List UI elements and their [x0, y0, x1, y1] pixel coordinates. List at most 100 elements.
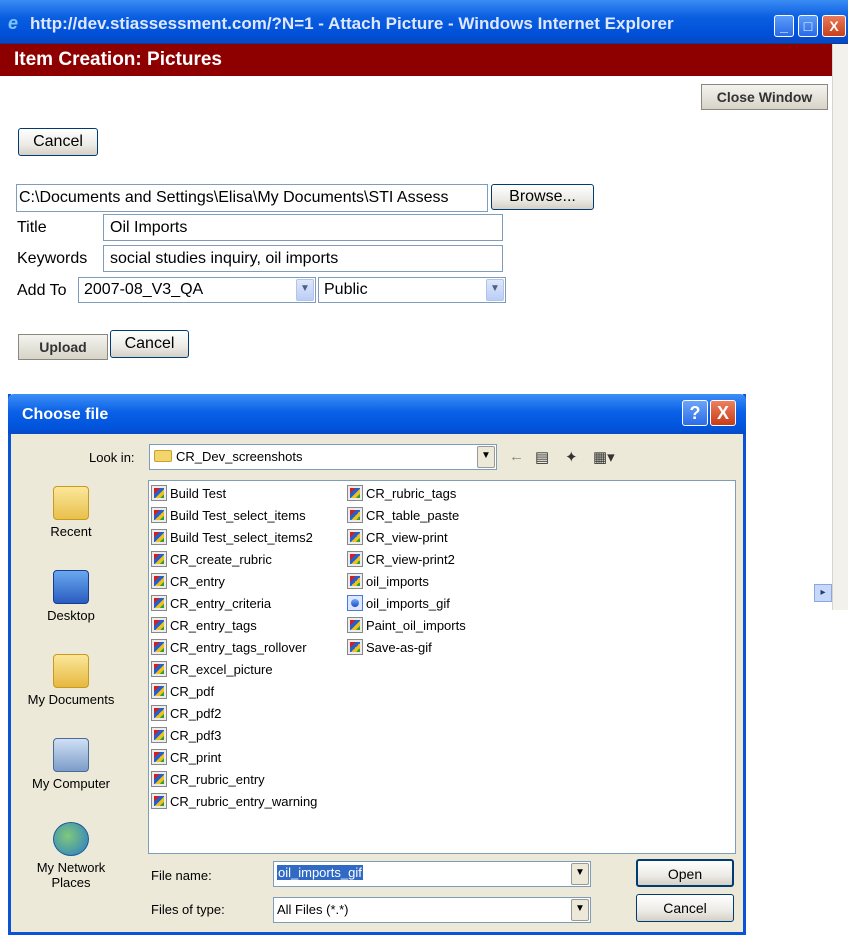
file-name: Paint_oil_imports: [366, 618, 466, 633]
open-button[interactable]: Open: [636, 859, 734, 887]
file-item[interactable]: Build Test: [151, 483, 226, 504]
image-file-icon: [347, 485, 363, 501]
file-item[interactable]: CR_create_rubric: [151, 549, 272, 570]
keywords-input[interactable]: social studies inquiry, oil imports: [103, 245, 503, 272]
file-name: oil_imports: [366, 574, 429, 589]
help-icon[interactable]: ?: [682, 400, 708, 426]
file-item[interactable]: Paint_oil_imports: [347, 615, 466, 636]
image-file-icon: [151, 727, 167, 743]
file-item[interactable]: CR_pdf2: [151, 703, 221, 724]
file-name: CR_table_paste: [366, 508, 460, 523]
places-my-documents[interactable]: My Documents: [11, 654, 131, 707]
cancel-bottom-button[interactable]: Cancel: [110, 330, 189, 358]
file-item[interactable]: CR_excel_picture: [151, 659, 273, 680]
file-item[interactable]: CR_pdf: [151, 681, 214, 702]
scroll-right-icon[interactable]: ▸: [814, 584, 832, 602]
file-item[interactable]: CR_table_paste: [347, 505, 459, 526]
places-desktop[interactable]: Desktop: [11, 570, 131, 623]
title-input[interactable]: Oil Imports: [103, 214, 503, 241]
image-file-icon: [347, 573, 363, 589]
back-icon[interactable]: ←: [509, 448, 524, 465]
visibility-value: Public: [324, 281, 368, 298]
up-folder-icon[interactable]: ▤: [535, 448, 549, 466]
image-file-icon: [151, 661, 167, 677]
places-my-computer[interactable]: My Computer: [11, 738, 131, 791]
image-file-icon: [151, 705, 167, 721]
places-label: Desktop: [47, 608, 95, 623]
files-of-type-label: Files of type:: [151, 902, 225, 917]
dialog-title-bar: Choose file ? X: [8, 394, 746, 434]
dialog-cancel-button[interactable]: Cancel: [636, 894, 734, 922]
image-file-icon: [151, 749, 167, 765]
visibility-select[interactable]: Public ▼: [318, 277, 506, 303]
ie-logo-icon: e: [8, 13, 19, 33]
chevron-down-icon[interactable]: ▼: [486, 279, 504, 301]
file-item[interactable]: oil_imports_gif: [347, 593, 450, 614]
view-menu-icon[interactable]: ▦▾: [593, 448, 615, 466]
dialog-title: Choose file: [22, 406, 109, 423]
chevron-down-icon[interactable]: ▼: [296, 279, 314, 301]
look-in-select[interactable]: CR_Dev_screenshots ▼: [149, 444, 497, 470]
places-label: My Computer: [31, 776, 111, 791]
maximize-icon[interactable]: □: [798, 15, 818, 37]
chevron-down-icon[interactable]: ▼: [571, 863, 589, 885]
file-item[interactable]: Build Test_select_items2: [151, 527, 313, 548]
file-item[interactable]: CR_entry_tags_rollover: [151, 637, 307, 658]
file-name: CR_entry_tags: [170, 618, 257, 633]
image-file-icon: [151, 771, 167, 787]
file-item[interactable]: CR_view-print2: [347, 549, 455, 570]
file-item[interactable]: oil_imports: [347, 571, 429, 592]
file-name: CR_view-print: [366, 530, 448, 545]
file-name: CR_excel_picture: [170, 662, 273, 677]
close-icon[interactable]: X: [822, 15, 846, 37]
file-name: Save-as-gif: [366, 640, 432, 655]
choose-file-dialog: Choose file ? X Look in: CR_Dev_screensh…: [8, 394, 746, 935]
file-name: CR_rubric_entry: [170, 772, 265, 787]
file-item[interactable]: CR_pdf3: [151, 725, 221, 746]
vertical-scrollbar[interactable]: [832, 44, 848, 610]
desktop-icon: [53, 570, 89, 604]
cancel-top-button[interactable]: Cancel: [18, 128, 98, 156]
addto-label: Add To: [17, 282, 67, 299]
look-in-label: Look in:: [89, 450, 135, 465]
file-name: CR_entry_criteria: [170, 596, 272, 611]
title-label: Title: [17, 219, 47, 236]
minimize-icon[interactable]: _: [774, 15, 794, 37]
file-item[interactable]: CR_rubric_entry_warning: [151, 791, 317, 812]
file-name-value: oil_imports_gif: [277, 865, 363, 880]
file-name-input[interactable]: oil_imports_gif ▼: [273, 861, 591, 887]
file-item[interactable]: CR_entry_tags: [151, 615, 257, 636]
places-label: Recent: [50, 524, 92, 539]
file-name: CR_rubric_tags: [366, 486, 457, 501]
file-item[interactable]: CR_entry: [151, 571, 225, 592]
new-folder-icon[interactable]: ✦: [565, 448, 578, 466]
network-places-icon: [53, 822, 89, 856]
file-list[interactable]: Build Test Build Test_select_items Build…: [148, 480, 736, 854]
my-computer-icon: [53, 738, 89, 772]
file-item[interactable]: CR_rubric_entry: [151, 769, 265, 790]
chevron-down-icon[interactable]: ▼: [477, 446, 495, 468]
file-item[interactable]: Save-as-gif: [347, 637, 432, 658]
places-recent[interactable]: Recent: [11, 486, 131, 539]
file-item[interactable]: Build Test_select_items: [151, 505, 306, 526]
addto-select[interactable]: 2007-08_V3_QA ▼: [78, 277, 316, 303]
image-file-icon: [151, 683, 167, 699]
chevron-down-icon[interactable]: ▼: [571, 899, 589, 921]
page-header: Item Creation: Pictures: [0, 44, 832, 76]
file-name: CR_pdf: [170, 684, 215, 699]
gif-file-icon: [347, 595, 363, 611]
places-my-network[interactable]: My Network Places: [11, 822, 131, 890]
file-item[interactable]: CR_view-print: [347, 527, 448, 548]
browse-button[interactable]: Browse...: [491, 184, 594, 210]
file-item[interactable]: CR_rubric_tags: [347, 483, 456, 504]
file-name: CR_view-print2: [366, 552, 455, 567]
close-icon[interactable]: X: [710, 400, 736, 426]
upload-button[interactable]: Upload: [18, 334, 108, 360]
keywords-label: Keywords: [17, 250, 88, 267]
file-item[interactable]: CR_print: [151, 747, 221, 768]
image-file-icon: [347, 529, 363, 545]
file-path-input[interactable]: C:\Documents and Settings\Elisa\My Docum…: [16, 184, 488, 212]
files-of-type-select[interactable]: All Files (*.*) ▼: [273, 897, 591, 923]
file-item[interactable]: CR_entry_criteria: [151, 593, 271, 614]
close-window-button[interactable]: Close Window: [701, 84, 828, 110]
